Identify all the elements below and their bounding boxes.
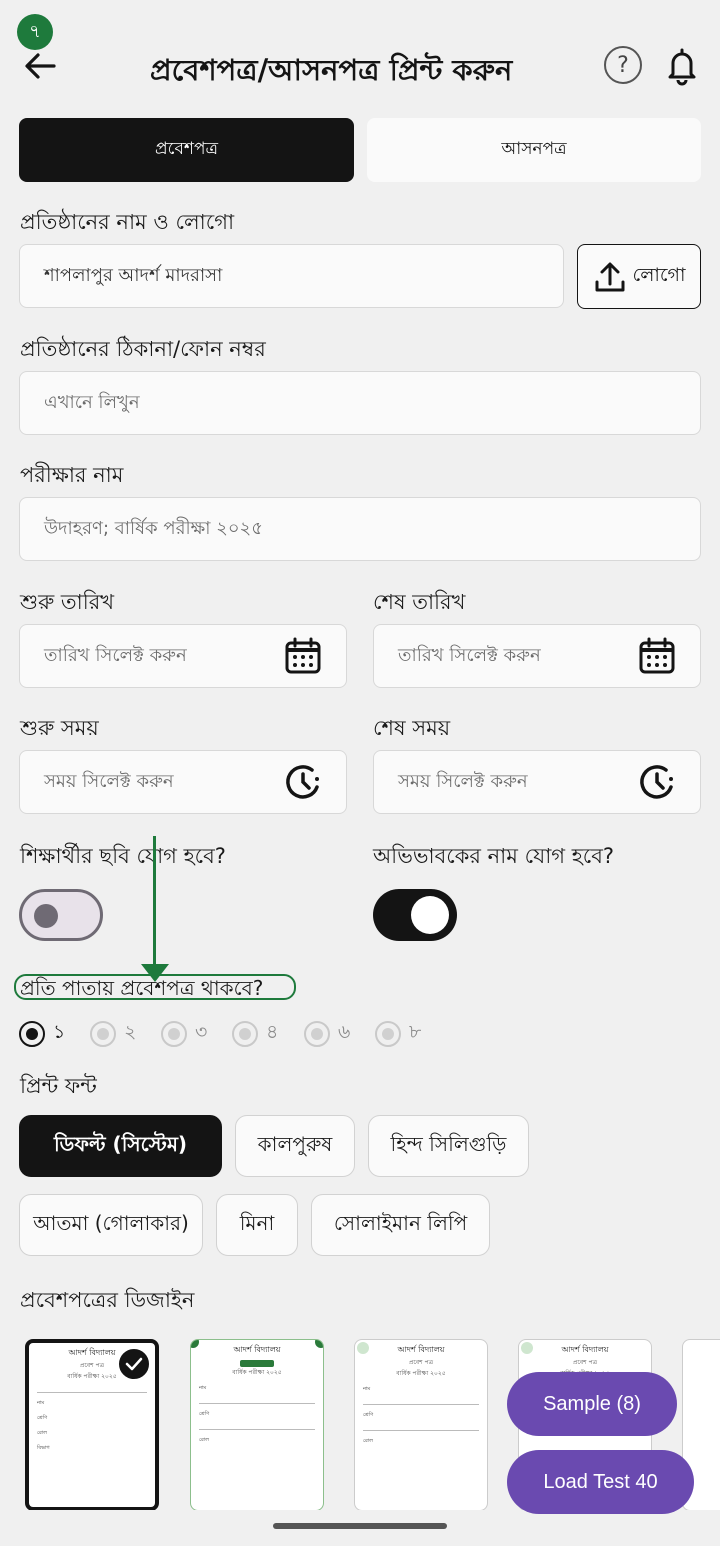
tab-seat-card[interactable]: আসনপত্র (367, 118, 701, 182)
per-page-radio-group: ১ ২ ৩ ৪ ৬ ৮ (19, 1018, 459, 1047)
calendar-icon (639, 637, 675, 674)
address-placeholder: এখানে লিখুন (44, 391, 140, 413)
annotation-highlight (14, 974, 296, 1000)
tab-bar: প্রবেশপত্র আসনপত্র (19, 118, 701, 182)
font-chip-default[interactable]: ডিফল্ট (সিস্টেম) (19, 1115, 222, 1177)
start-time-placeholder: সময় সিলেক্ট করুন (44, 770, 174, 792)
student-photo-label: শিক্ষার্থীর ছবি যোগ হবে? (20, 844, 226, 868)
upload-icon (595, 262, 624, 291)
start-time-label: শুরু সময় (20, 716, 99, 740)
radio-per-page-2[interactable]: ২ (90, 1018, 136, 1050)
radio-per-page-1[interactable]: ১ (19, 1018, 65, 1050)
start-date-label: শুরু তারিখ (20, 590, 115, 614)
address-label: প্রতিষ্ঠানের ঠিকানা/ফোন নম্বর (20, 337, 266, 361)
end-time-label: শেষ সময় (373, 716, 451, 740)
page-title: প্রবেশপত্র/আসনপত্র প্রিন্ট করুন (150, 53, 513, 87)
radio-per-page-3[interactable]: ৩ (161, 1018, 207, 1050)
tab-admit-card[interactable]: প্রবেশপত্র (19, 118, 354, 182)
logo-button-label: লোগো (632, 263, 686, 286)
design-card-2[interactable]: আদর্শ বিদ্যালয় বার্ষিক পরীক্ষা ২০২৫ নাম… (190, 1339, 324, 1510)
institution-name-value: শাপলাপুর আদর্শ মাদরাসা (44, 264, 223, 286)
question-circle-icon[interactable]: ? (604, 46, 642, 84)
institution-name-field[interactable]: শাপলাপুর আদর্শ মাদরাসা (19, 244, 564, 308)
font-chip-mina[interactable]: মিনা (216, 1194, 298, 1256)
selected-check-icon (117, 1347, 151, 1381)
load-test-button[interactable]: Load Test 40 (507, 1450, 694, 1514)
sample-button[interactable]: Sample (8) (507, 1372, 677, 1436)
end-date-label: শেষ তারিখ (373, 590, 466, 614)
annotation-arrow (153, 836, 156, 968)
guardian-name-toggle[interactable] (373, 889, 457, 941)
home-indicator (273, 1523, 447, 1529)
exam-placeholder: উদাহরণ; বার্ষিক পরীক্ষা ২০২৫ (44, 517, 263, 539)
bell-icon[interactable] (664, 46, 700, 86)
font-chip-kalpurush[interactable]: কালপুরুষ (235, 1115, 355, 1177)
radio-per-page-8[interactable]: ৮ (375, 1018, 421, 1050)
design-card-3[interactable]: আদর্শ বিদ্যালয় প্রবেশ পত্র বার্ষিক পরীক… (354, 1339, 488, 1510)
start-date-placeholder: তারিখ সিলেক্ট করুন (44, 644, 187, 666)
app-header: প্রবেশপত্র/আসনপত্র প্রিন্ট করুন ? (0, 40, 720, 96)
font-chip-solaimanlipi[interactable]: সোলাইমান লিপি (311, 1194, 490, 1256)
end-time-field[interactable]: সময় সিলেক্ট করুন (373, 750, 701, 814)
calendar-icon (285, 637, 321, 674)
end-date-placeholder: তারিখ সিলেক্ট করুন (398, 644, 541, 666)
end-date-field[interactable]: তারিখ সিলেক্ট করুন (373, 624, 701, 688)
design-label: প্রবেশপত্রের ডিজাইন (20, 1288, 195, 1312)
institution-label: প্রতিষ্ঠানের নাম ও লোগো (20, 210, 235, 234)
guardian-name-label: অভিভাবকের নাম যোগ হবে? (373, 844, 615, 868)
logo-upload-button[interactable]: লোগো (577, 244, 701, 309)
address-field[interactable]: এখানে লিখুন (19, 371, 701, 435)
clock-icon (640, 765, 673, 799)
radio-per-page-6[interactable]: ৬ (304, 1018, 350, 1050)
clock-icon (286, 765, 319, 799)
font-chip-atma[interactable]: আতমা (গোলাকার) (19, 1194, 203, 1256)
back-arrow-icon[interactable] (20, 46, 60, 86)
radio-per-page-4[interactable]: ৪ (232, 1018, 278, 1050)
student-photo-toggle[interactable] (19, 889, 103, 941)
exam-label: পরীক্ষার নাম (20, 463, 124, 487)
start-date-field[interactable]: তারিখ সিলেক্ট করুন (19, 624, 347, 688)
print-font-label: প্রিন্ট ফন্ট (20, 1074, 97, 1098)
end-time-placeholder: সময় সিলেক্ট করুন (398, 770, 528, 792)
exam-name-field[interactable]: উদাহরণ; বার্ষিক পরীক্ষা ২০২৫ (19, 497, 701, 561)
start-time-field[interactable]: সময় সিলেক্ট করুন (19, 750, 347, 814)
design-card-1[interactable]: আদর্শ বিদ্যালয় প্রবেশ পত্র বার্ষিক পরীক… (25, 1339, 159, 1510)
font-chip-hind-siliguri[interactable]: হিন্দ সিলিগুড়ি (368, 1115, 529, 1177)
